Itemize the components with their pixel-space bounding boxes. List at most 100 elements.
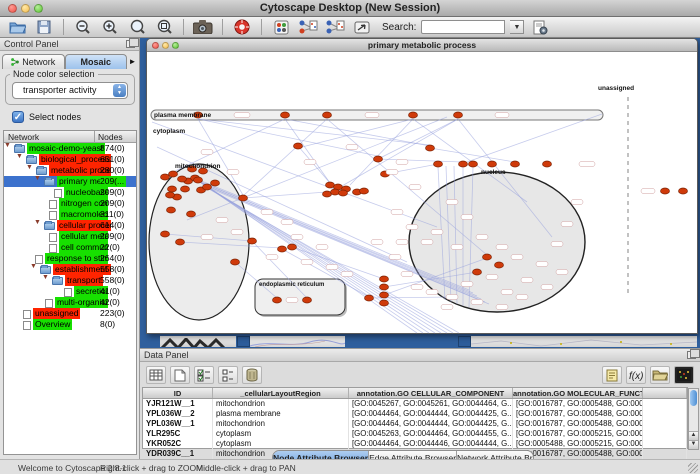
tree-col-nodes[interactable]: Nodes (98, 132, 123, 142)
import-folder-icon[interactable] (650, 366, 670, 384)
tree-row[interactable]: multi-organism pro42(0) (4, 297, 136, 308)
float-panel-icon[interactable] (687, 351, 696, 359)
grid-layout-icon[interactable] (270, 18, 292, 36)
select-nodes-checkbox[interactable]: ✓ (12, 111, 24, 123)
zoom-out-icon[interactable] (72, 18, 94, 36)
tree-row[interactable]: nitrogen compo209(0) (4, 198, 136, 209)
expander-icon[interactable]: ▼ (26, 164, 33, 171)
help-ring-icon[interactable] (231, 18, 253, 36)
expander-icon[interactable]: ▼ (34, 219, 41, 226)
tree-row[interactable]: response to stimul264(0) (4, 253, 136, 264)
background-window-sliver[interactable] (237, 336, 250, 347)
background-window-sliver[interactable] (458, 336, 471, 347)
tree-row[interactable]: secretion41(0) (4, 286, 136, 297)
notes-icon[interactable] (602, 366, 622, 384)
node-label (471, 300, 483, 305)
search-settings-icon[interactable] (529, 18, 551, 36)
scroll-down-icon[interactable]: ▼ (689, 440, 698, 449)
tab-network[interactable]: Network (2, 54, 65, 69)
search-input[interactable] (421, 20, 505, 34)
table-row[interactable]: YPL036W__2plasma membrane[GO:0044464, GO… (143, 409, 687, 419)
background-window-sliver[interactable] (471, 336, 697, 347)
attribute-list-icon[interactable] (218, 366, 238, 384)
minimize-button[interactable] (21, 4, 30, 13)
float-panel-icon[interactable] (126, 40, 135, 48)
attribute-checklist-icon[interactable] (194, 366, 214, 384)
table-row[interactable]: YJR121W__1mitochondrion[GO:0045267, GO:0… (143, 399, 687, 409)
network-tree: Network Nodes ▼mosaic-demo-yeast874(0)▼b… (3, 130, 137, 455)
matrix-view-icon[interactable] (674, 366, 694, 384)
zoom-in-icon[interactable] (99, 18, 121, 36)
node-color-dropdown[interactable]: transporter activity ▲▼ (12, 82, 128, 99)
background-window-sliver[interactable] (160, 336, 236, 347)
file-icon (23, 321, 31, 330)
graph-node (176, 239, 185, 245)
function-builder-icon[interactable]: f(x) (626, 366, 646, 384)
tab-mosaic[interactable]: Mosaic (65, 54, 128, 69)
tree-row[interactable]: cell communicat22(0) (4, 242, 136, 253)
close-button[interactable] (8, 4, 17, 13)
select-attributes-icon[interactable] (146, 366, 166, 384)
zoom-window-button[interactable] (34, 4, 43, 13)
expander-icon[interactable]: ▼ (4, 142, 11, 149)
search-dropdown-button[interactable]: ▼ (510, 20, 524, 34)
file-icon (49, 233, 57, 242)
annotation-icon[interactable] (351, 18, 373, 36)
column-header[interactable]: annotation.GO MOLECULAR_FUNCTION (513, 388, 643, 398)
tree-row[interactable]: ▼mosaic-demo-yeast874(0) (4, 143, 136, 154)
network-minimize-button[interactable] (162, 42, 169, 49)
column-header[interactable]: _cellularLayoutRegion (213, 388, 349, 398)
column-header[interactable]: ID (143, 388, 213, 398)
save-icon[interactable] (33, 18, 55, 36)
node-label (561, 222, 573, 227)
new-attribute-icon[interactable] (170, 366, 190, 384)
scroll-up-icon[interactable]: ▲ (689, 431, 698, 440)
tab-scroll-right-icon[interactable]: ► (127, 54, 138, 69)
tree-row[interactable]: macromolecule311(0) (4, 209, 136, 220)
network-from-file-icon[interactable] (324, 18, 346, 36)
tree-row-label: mosaic-demo-yeast (27, 143, 105, 154)
tree-row[interactable]: ▼biological_process651(0) (4, 154, 136, 165)
network-canvas[interactable]: plasma membranecytoplasmmitochondrionnuc… (147, 52, 697, 334)
zoom-fit-icon[interactable] (126, 18, 148, 36)
table-row[interactable]: YLR295Ccytoplasm[GO:0045263, GO:0044464,… (143, 429, 687, 439)
zoom-selected-icon[interactable] (153, 18, 175, 36)
expander-icon[interactable]: ▼ (30, 263, 37, 270)
graph-node (469, 161, 478, 167)
tree-row[interactable]: ▼metabolic process280(0) (4, 165, 136, 176)
network-zoom-button[interactable] (172, 42, 179, 49)
delete-attribute-icon[interactable] (242, 366, 262, 384)
status-bar: Welcome to Cytoscape 2.8.1 Right-click +… (0, 459, 700, 474)
tree-row[interactable]: ▼establishment of lo558(0) (4, 264, 136, 275)
expander-icon[interactable]: ▼ (42, 274, 49, 281)
expander-icon[interactable]: ▼ (34, 175, 41, 182)
tree-row[interactable]: cellular metabo209(0) (4, 231, 136, 242)
tree-row[interactable]: nucleobase-209(0) (4, 187, 136, 198)
node-label (401, 272, 413, 277)
network-from-selection-icon[interactable] (297, 18, 319, 36)
tree-row[interactable]: ▼primary metabo209(... (4, 176, 136, 187)
column-header[interactable] (643, 388, 687, 398)
open-icon[interactable] (6, 18, 28, 36)
tree-row[interactable]: Overview8(0) (4, 319, 136, 330)
tree-row[interactable]: unassigned223(0) (4, 308, 136, 319)
tree-row[interactable]: ▼cellular process614(0) (4, 220, 136, 231)
table-row[interactable]: YPL036W__1mitochondrion[GO:0044464, GO:0… (143, 419, 687, 429)
table-row[interactable]: YKR052Ccytoplasm[GO:0044464, GO:0044446,… (143, 439, 687, 449)
table-scrollbar[interactable]: ▲ ▼ (688, 388, 699, 450)
graph-node (167, 207, 176, 213)
tree-row[interactable]: ▼transport558(0) (4, 275, 136, 286)
background-window-sliver[interactable] (250, 336, 345, 347)
network-close-button[interactable] (152, 42, 159, 49)
graph-node (323, 191, 332, 197)
scrollbar-thumb[interactable] (690, 390, 697, 406)
tree-row-count: 42(0) (100, 297, 120, 308)
tree-col-network[interactable]: Network (8, 132, 39, 142)
snapshot-icon[interactable] (192, 18, 214, 36)
expander-icon[interactable]: ▼ (16, 153, 23, 160)
graph-node (169, 171, 178, 177)
nucleus-label: nucleus (481, 169, 506, 176)
resize-grip[interactable] (688, 463, 698, 473)
network-window-titlebar[interactable]: primary metabolic process (147, 39, 697, 52)
column-header[interactable]: annotation.GO CELLULAR_COMPONENT (349, 388, 513, 398)
